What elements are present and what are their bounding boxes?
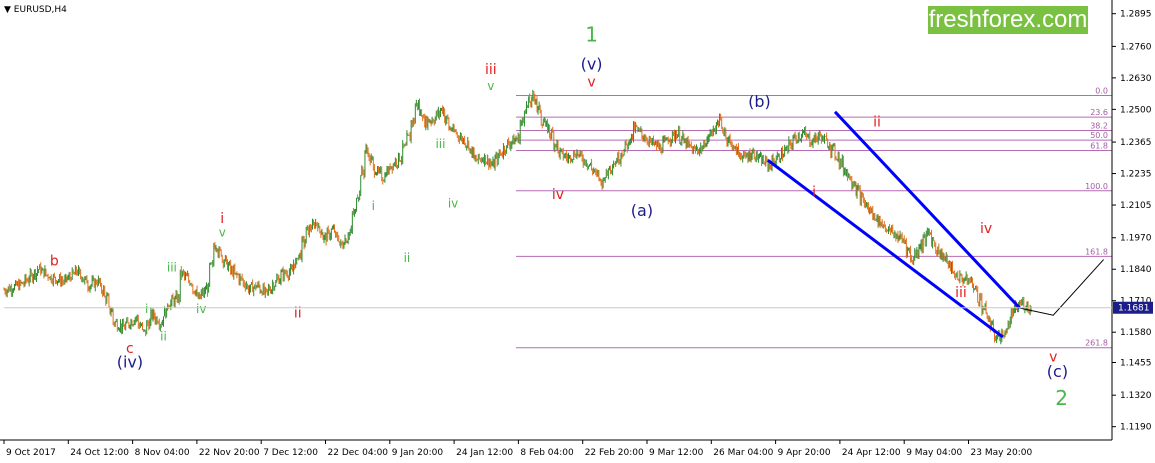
wave-label: iv — [552, 187, 564, 203]
x-tick-label: 9 Jan 20:00 — [392, 448, 444, 458]
fib-label: 61.8 — [1090, 142, 1108, 151]
x-tick-label: 7 Dec 12:00 — [263, 448, 318, 458]
wave-label: i — [812, 185, 816, 201]
fib-label: 50.0 — [1090, 131, 1108, 140]
y-tick-label: 1.2500 — [1120, 105, 1152, 115]
wave-label: 1 — [585, 23, 598, 47]
y-tick-label: 1.2630 — [1120, 74, 1152, 84]
x-tick-label: 9 Mar 12:00 — [649, 448, 704, 458]
wave-label: (b) — [748, 92, 771, 111]
wave-label: v — [587, 74, 595, 90]
y-tick-label: 1.1455 — [1120, 358, 1152, 368]
x-tick-label: 26 Mar 04:00 — [713, 448, 773, 458]
wave-label: ii — [160, 330, 167, 344]
x-tick-label: 9 Oct 2017 — [6, 448, 56, 458]
wave-label: (v) — [581, 54, 603, 73]
x-tick-label: 24 Oct 12:00 — [70, 448, 129, 458]
wave-label: (c) — [1047, 362, 1068, 381]
wave-label: ii — [873, 114, 881, 130]
wave-label: iii — [485, 62, 497, 78]
y-tick-label: 1.2235 — [1120, 170, 1152, 180]
wave-label: 2 — [1055, 386, 1068, 410]
y-tick-label: 1.2760 — [1120, 42, 1152, 52]
wave-label: (a) — [631, 201, 653, 220]
price-chart[interactable]: 0.023.638.250.061.8100.0161.8261.8 bc(iv… — [0, 0, 1155, 463]
current-price-label: 1.1681 — [1118, 304, 1150, 314]
y-tick-label: 1.1840 — [1120, 265, 1152, 275]
fib-label: 161.8 — [1085, 247, 1108, 256]
x-tick-label: 24 Jan 12:00 — [456, 448, 513, 458]
x-tick-label: 22 Dec 04:00 — [328, 448, 389, 458]
x-tick-label: 22 Nov 20:00 — [199, 448, 260, 458]
wave-label: iii — [435, 137, 445, 151]
wave-label: iv — [196, 302, 206, 316]
wave-label: i — [145, 302, 148, 316]
fib-label: 261.8 — [1085, 339, 1108, 348]
x-tick-label: 9 May 04:00 — [906, 448, 962, 458]
x-tick-label: 24 Apr 12:00 — [842, 448, 901, 458]
wave-label: iii — [955, 285, 967, 301]
x-tick-label: 8 Feb 04:00 — [520, 448, 574, 458]
y-tick-label: 1.1970 — [1120, 234, 1152, 244]
y-tick-label: 1.2365 — [1120, 138, 1152, 148]
fib-label: 38.2 — [1090, 121, 1108, 130]
x-tick-label: 22 Feb 20:00 — [585, 448, 644, 458]
brand-logo: freshforex.com — [928, 6, 1088, 34]
x-tick-label: 23 May 20:00 — [971, 448, 1033, 458]
wave-label: i — [372, 199, 375, 213]
fib-label: 23.6 — [1090, 108, 1108, 117]
collapse-arrow-icon[interactable]: ▼ — [4, 5, 11, 15]
wave-label: (iv) — [117, 352, 143, 371]
fib-label: 100.0 — [1085, 182, 1108, 191]
wave-label: iv — [980, 221, 992, 237]
y-tick-label: 1.1320 — [1120, 391, 1152, 401]
wave-label: b — [50, 254, 59, 270]
symbol-label: ▼ EURUSD,H4 — [4, 5, 67, 15]
wave-label: v — [219, 226, 226, 240]
symbol-timeframe: EURUSD,H4 — [13, 5, 67, 15]
wave-label: iii — [167, 261, 177, 275]
wave-label: iv — [448, 196, 458, 210]
fib-label: 0.0 — [1095, 87, 1108, 96]
y-tick-label: 1.1190 — [1120, 423, 1152, 433]
wave-label: v — [487, 79, 494, 93]
wave-label: ii — [404, 251, 411, 265]
y-tick-label: 1.2105 — [1120, 201, 1152, 211]
x-tick-label: 8 Nov 04:00 — [135, 448, 190, 458]
y-tick-label: 1.1580 — [1120, 328, 1152, 338]
x-tick-label: 9 Apr 20:00 — [778, 448, 831, 458]
y-tick-label: 1.2895 — [1120, 10, 1152, 20]
